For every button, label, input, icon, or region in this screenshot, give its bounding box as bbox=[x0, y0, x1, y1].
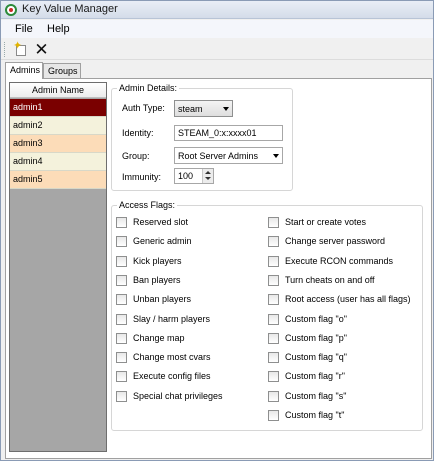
checkbox[interactable] bbox=[116, 371, 127, 383]
access-flags-title: Access Flags: bbox=[117, 200, 178, 210]
checkbox[interactable] bbox=[268, 217, 279, 228]
flag-label: Custom flag "o" bbox=[285, 313, 347, 324]
checkbox[interactable] bbox=[268, 352, 279, 364]
flag-label: Ban players bbox=[133, 274, 181, 285]
checkbox[interactable] bbox=[116, 217, 127, 228]
stepper-up-icon[interactable] bbox=[205, 171, 211, 174]
identity-input[interactable]: STEAM_0:x:xxxx01 bbox=[174, 125, 283, 141]
group-select[interactable]: Root Server Admins bbox=[174, 147, 283, 164]
flag-label: Root access (user has all flags) bbox=[285, 294, 411, 305]
tab-groups[interactable]: Groups bbox=[43, 63, 81, 78]
flag-label: Custom flag "s" bbox=[285, 390, 347, 401]
list-item[interactable]: admin5 bbox=[10, 171, 106, 189]
flag-label: Turn cheats on and off bbox=[285, 274, 375, 285]
flag-label: Start or create votes bbox=[285, 217, 367, 227]
flag-label: Custom flag "q" bbox=[285, 352, 347, 363]
checkbox[interactable] bbox=[116, 390, 127, 402]
auth-type-value: steam bbox=[178, 104, 203, 114]
list-item[interactable]: admin1 bbox=[10, 99, 106, 117]
flag-label: Custom flag "p" bbox=[285, 332, 347, 343]
checkbox[interactable] bbox=[116, 352, 127, 364]
new-document-icon[interactable]: ✦ bbox=[13, 40, 30, 58]
flag-label: Slay / harm players bbox=[133, 313, 211, 324]
admin-details-group: Admin Details: Auth Type: steam Identity… bbox=[111, 83, 293, 191]
flag-label: Generic admin bbox=[133, 236, 192, 247]
app-window: Key Value Manager File Help ✦ ✕ Admins G… bbox=[0, 0, 434, 461]
checkbox[interactable] bbox=[116, 236, 127, 248]
flag-label: Kick players bbox=[133, 255, 182, 266]
access-flags-group: Access Flags: Reserved slot Generic admin… bbox=[111, 200, 423, 431]
immunity-value: 100 bbox=[178, 171, 194, 181]
app-icon bbox=[5, 4, 17, 16]
title-bar[interactable]: Key Value Manager bbox=[1, 1, 433, 19]
checkbox[interactable] bbox=[268, 313, 279, 325]
group-label: Group: bbox=[122, 151, 150, 161]
list-item[interactable]: admin4 bbox=[10, 153, 106, 171]
checkbox[interactable] bbox=[116, 332, 127, 344]
checkbox[interactable] bbox=[268, 274, 279, 286]
checkbox[interactable] bbox=[268, 236, 279, 248]
checkbox[interactable] bbox=[116, 255, 127, 267]
flag-label: Execute RCON commands bbox=[285, 255, 394, 266]
checkbox[interactable] bbox=[268, 255, 279, 267]
delete-x-icon[interactable]: ✕ bbox=[33, 41, 50, 58]
chevron-down-icon bbox=[273, 154, 279, 158]
auth-type-select[interactable]: steam bbox=[174, 100, 233, 117]
immunity-stepper[interactable]: 100 bbox=[174, 168, 214, 184]
stepper-buttons[interactable] bbox=[202, 169, 213, 183]
menu-bar: File Help bbox=[1, 20, 433, 38]
identity-label: Identity: bbox=[122, 128, 154, 138]
list-header-admin-name[interactable]: Admin Name bbox=[10, 83, 106, 98]
menu-help[interactable]: Help bbox=[47, 23, 70, 35]
flag-label: Custom flag "t" bbox=[285, 410, 345, 420]
toolbar-grip[interactable] bbox=[4, 42, 7, 57]
admin-list[interactable]: Admin Name admin1 admin2 admin3 admin4 admin… bbox=[9, 82, 107, 452]
checkbox[interactable] bbox=[268, 294, 279, 306]
flag-label: Change most cvars bbox=[133, 352, 211, 363]
flag-label: Reserved slot bbox=[133, 217, 189, 227]
list-item[interactable]: admin2 bbox=[10, 117, 106, 135]
stepper-down-icon[interactable] bbox=[205, 177, 211, 180]
flag-label: Change server password bbox=[285, 236, 386, 247]
checkbox[interactable] bbox=[268, 390, 279, 402]
checkbox[interactable] bbox=[116, 274, 127, 286]
auth-type-label: Auth Type: bbox=[122, 103, 165, 113]
checkbox[interactable] bbox=[268, 332, 279, 344]
checkbox[interactable] bbox=[268, 410, 279, 421]
chevron-down-icon bbox=[223, 107, 229, 111]
flag-label: Unban players bbox=[133, 294, 192, 305]
tab-admins[interactable]: Admins bbox=[5, 62, 43, 79]
group-value: Root Server Admins bbox=[178, 151, 259, 161]
checkbox[interactable] bbox=[116, 294, 127, 306]
flag-label: Execute config files bbox=[133, 371, 211, 382]
flag-label: Special chat privileges bbox=[133, 390, 223, 401]
list-item[interactable]: admin3 bbox=[10, 135, 106, 153]
toolbar: ✦ ✕ bbox=[1, 39, 433, 60]
menu-file[interactable]: File bbox=[15, 23, 33, 35]
immunity-label: Immunity: bbox=[122, 172, 162, 182]
window-title: Key Value Manager bbox=[22, 3, 118, 15]
flag-label: Change map bbox=[133, 332, 185, 343]
admin-details-title: Admin Details: bbox=[117, 83, 180, 93]
checkbox[interactable] bbox=[268, 371, 279, 383]
checkbox[interactable] bbox=[116, 313, 127, 325]
flag-label: Custom flag "r" bbox=[285, 371, 345, 382]
